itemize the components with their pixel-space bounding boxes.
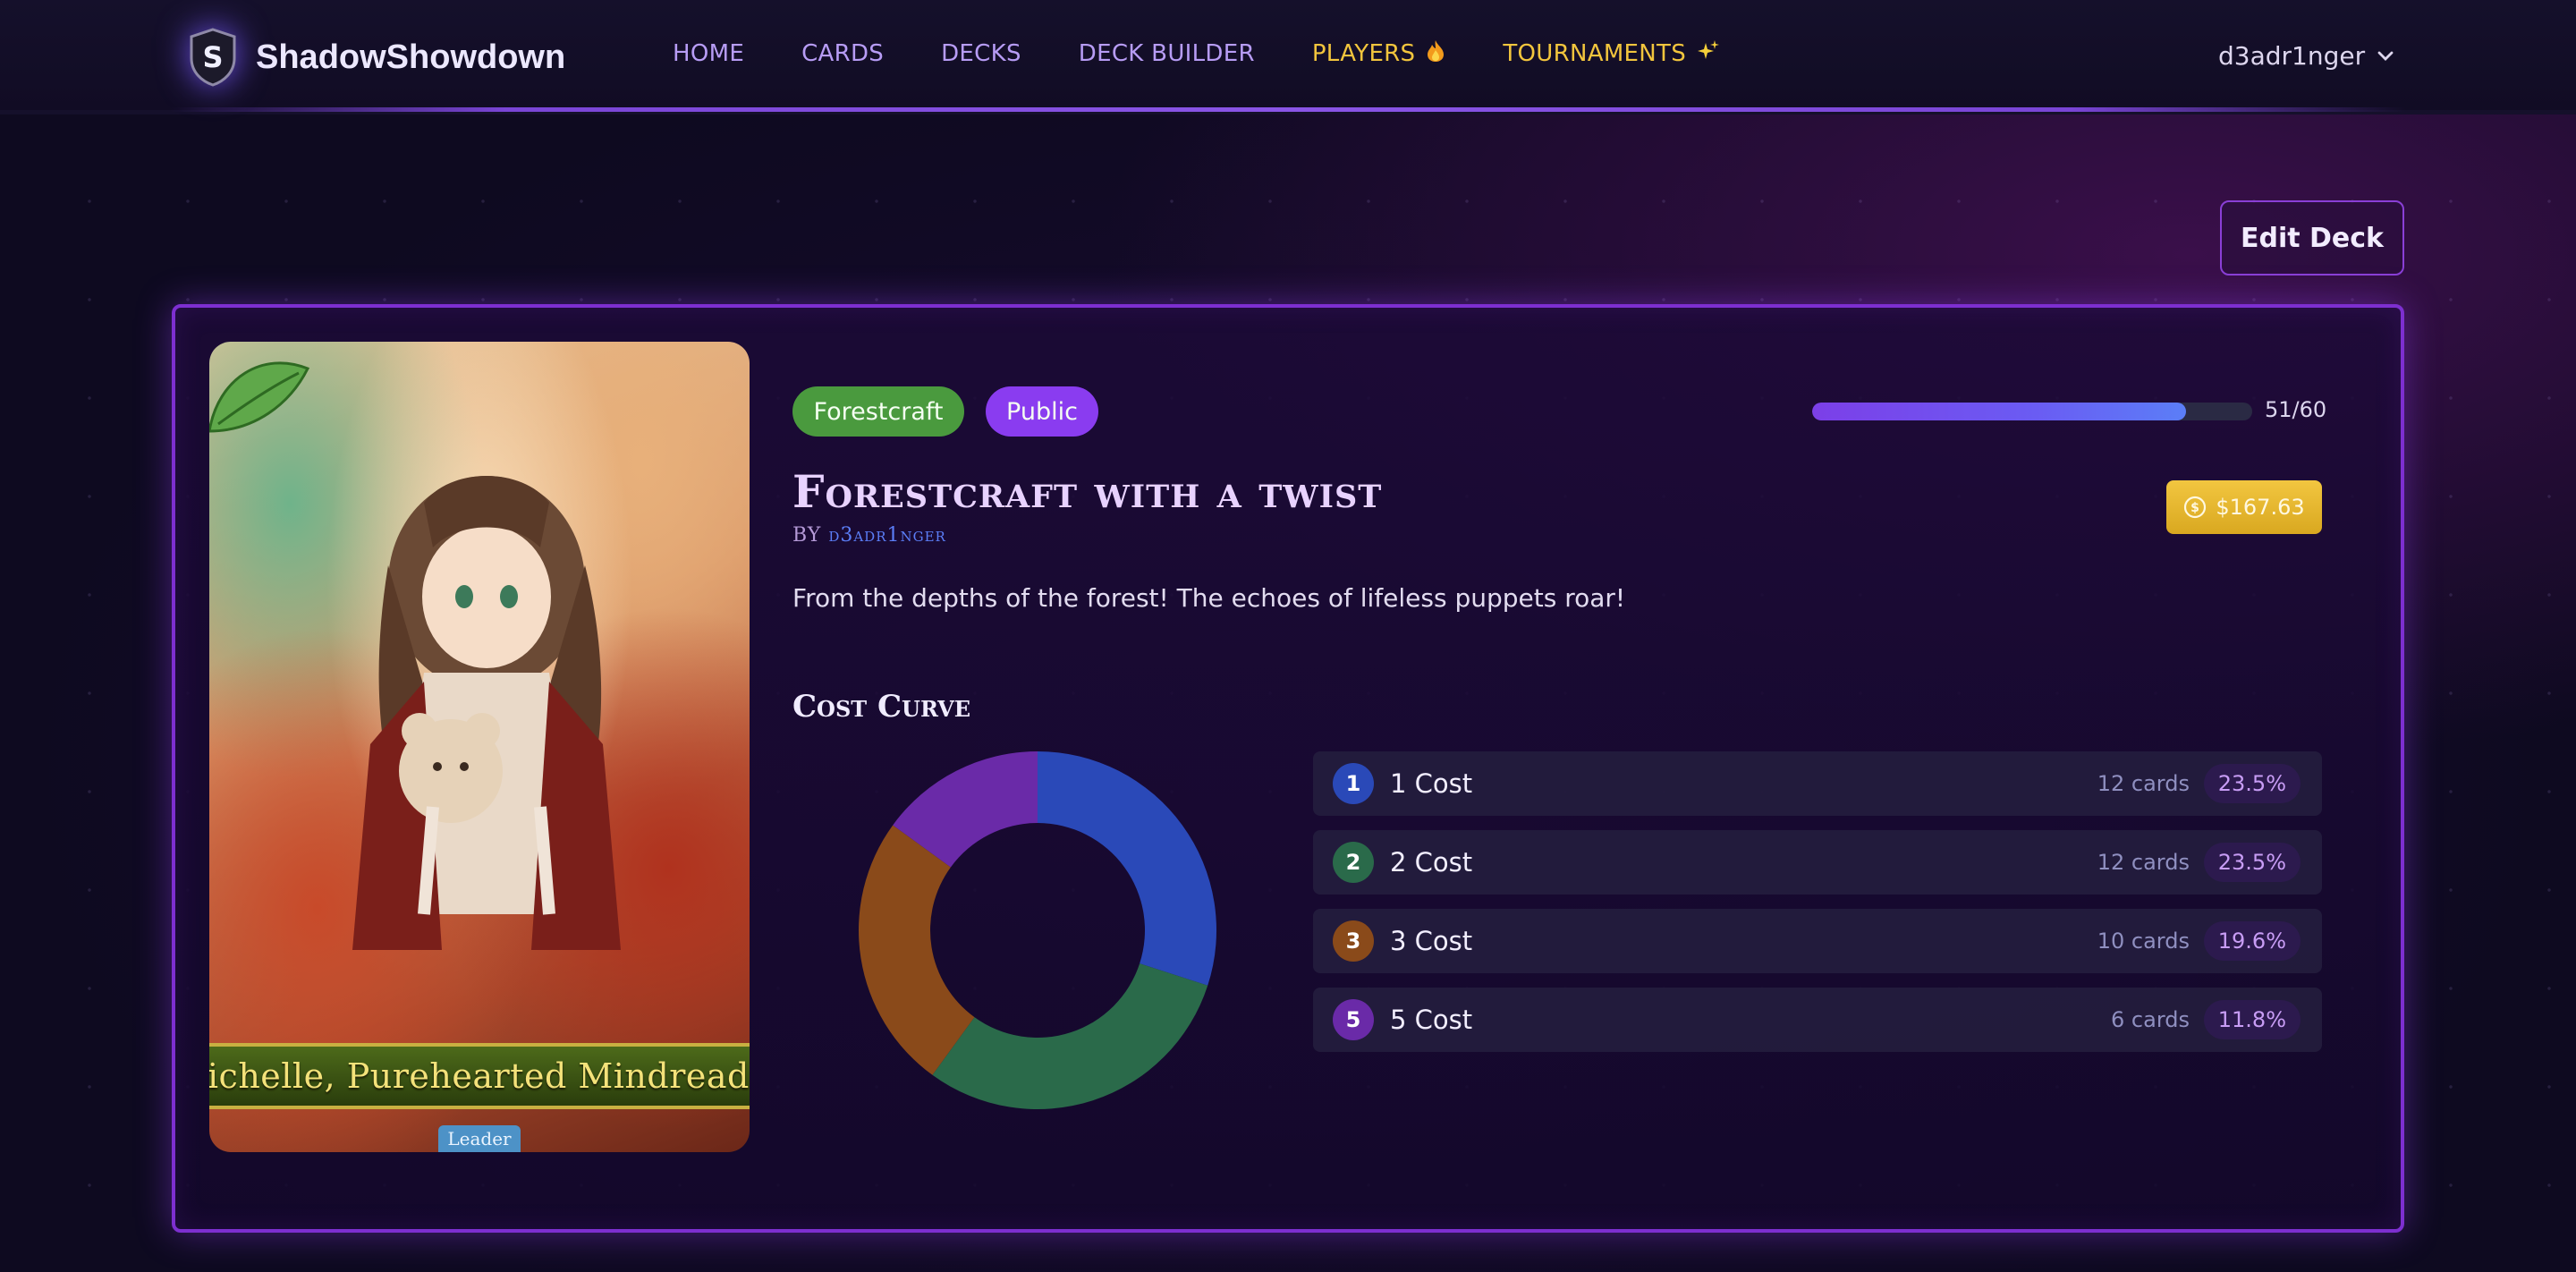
username: d3adr1nger xyxy=(2218,41,2366,71)
nav-link-label: HOME xyxy=(673,40,745,67)
donut-slice-3-cost[interactable] xyxy=(859,825,975,1075)
cost-number-badge: 3 xyxy=(1333,920,1374,962)
deck-byline: BY d3adr1nger xyxy=(792,524,946,547)
cost-card-count: 10 cards xyxy=(2097,929,2190,954)
cost-curve-donut-chart xyxy=(859,751,1216,1109)
by-prefix: BY xyxy=(792,524,822,547)
cost-number-badge: 1 xyxy=(1333,763,1374,804)
svg-text:S: S xyxy=(202,40,223,74)
nav-link-tournaments[interactable]: TOURNAMENTS xyxy=(1503,39,1720,68)
author-link[interactable]: d3adr1nger xyxy=(828,524,946,547)
cost-row[interactable]: 1 1 Cost 12 cards 23.5% xyxy=(1313,751,2322,816)
nav-link-deck-builder[interactable]: DECK BUILDER xyxy=(1079,40,1255,67)
cost-curve-list: 1 1 Cost 12 cards 23.5% 2 2 Cost 12 card… xyxy=(1313,751,2322,1066)
progress-fill xyxy=(1812,403,2187,420)
top-navbar: S ShadowShowdown HOME CARDS DECKS DECK B… xyxy=(0,0,2576,114)
deck-description: From the depths of the forest! The echoe… xyxy=(792,583,1626,613)
deck-size-count: 51/60 xyxy=(2265,397,2327,422)
cost-label: 5 Cost xyxy=(1390,1005,1473,1035)
nav-link-label: DECKS xyxy=(941,40,1021,67)
deck-title: Forestcraft with a twist xyxy=(792,465,1383,518)
fire-icon xyxy=(1426,39,1445,68)
cost-percent-badge: 23.5% xyxy=(2203,764,2301,803)
cost-card-count: 12 cards xyxy=(2097,771,2190,796)
edit-deck-button[interactable]: Edit Deck xyxy=(2220,200,2404,276)
visibility-badge[interactable]: Public xyxy=(986,386,1098,437)
cost-percent-badge: 11.8% xyxy=(2203,1000,2301,1039)
donut-slice-1-cost[interactable] xyxy=(1038,751,1216,986)
shield-logo-icon: S xyxy=(188,28,238,87)
cost-percent-badge: 19.6% xyxy=(2203,921,2301,961)
cost-number-badge: 2 xyxy=(1333,842,1374,883)
character-illustration-icon xyxy=(352,476,621,950)
brand-logo[interactable]: S ShadowShowdown xyxy=(188,25,565,89)
price-value: $167.63 xyxy=(2216,495,2305,520)
leader-name: Michelle, Purehearted Mindreader xyxy=(209,1056,750,1096)
chevron-down-icon xyxy=(2377,51,2394,61)
nav-link-label: TOURNAMENTS xyxy=(1503,40,1687,67)
cost-row[interactable]: 2 2 Cost 12 cards 23.5% xyxy=(1313,830,2322,895)
craft-badge[interactable]: Forestcraft xyxy=(792,386,964,437)
cost-card-count: 12 cards xyxy=(2097,850,2190,875)
leader-card-image[interactable]: Michelle, Purehearted Mindreader Leader xyxy=(209,342,750,1152)
nav-links: HOME CARDS DECKS DECK BUILDER PLAYERS TO… xyxy=(673,39,1777,68)
cost-row[interactable]: 3 3 Cost 10 cards 19.6% xyxy=(1313,909,2322,973)
nav-link-players[interactable]: PLAYERS xyxy=(1312,39,1446,68)
nav-link-cards[interactable]: CARDS xyxy=(801,40,884,67)
cost-label: 2 Cost xyxy=(1390,847,1473,878)
donut-slice-2-cost[interactable] xyxy=(932,963,1208,1109)
sparkles-icon xyxy=(1697,39,1720,68)
leader-name-banner: Michelle, Purehearted Mindreader xyxy=(209,1043,750,1109)
deck-price-badge[interactable]: $ $167.63 xyxy=(2166,480,2322,534)
deck-size-progress-bar xyxy=(1812,403,2252,420)
coin-icon: $ xyxy=(2184,496,2207,519)
cost-label: 1 Cost xyxy=(1390,768,1473,799)
nav-link-label: DECK BUILDER xyxy=(1078,40,1255,67)
brand-name: ShadowShowdown xyxy=(256,38,566,76)
svg-text:$: $ xyxy=(2191,501,2200,515)
cost-curve-heading: Cost Curve xyxy=(792,689,970,725)
nav-underline xyxy=(170,107,2406,112)
cost-number-badge: 5 xyxy=(1333,999,1374,1040)
nav-link-decks[interactable]: DECKS xyxy=(941,40,1021,67)
cost-label: 3 Cost xyxy=(1390,926,1473,956)
nav-link-home[interactable]: HOME xyxy=(673,40,744,67)
cost-percent-badge: 23.5% xyxy=(2203,843,2301,882)
leader-tag: Leader xyxy=(438,1125,521,1152)
user-menu[interactable]: d3adr1nger xyxy=(2218,41,2394,71)
cost-row[interactable]: 5 5 Cost 6 cards 11.8% xyxy=(1313,988,2322,1052)
cost-card-count: 6 cards xyxy=(2111,1007,2190,1032)
nav-link-label: CARDS xyxy=(801,40,885,67)
leaf-decoration-icon xyxy=(209,361,310,433)
nav-link-label: PLAYERS xyxy=(1311,40,1416,67)
